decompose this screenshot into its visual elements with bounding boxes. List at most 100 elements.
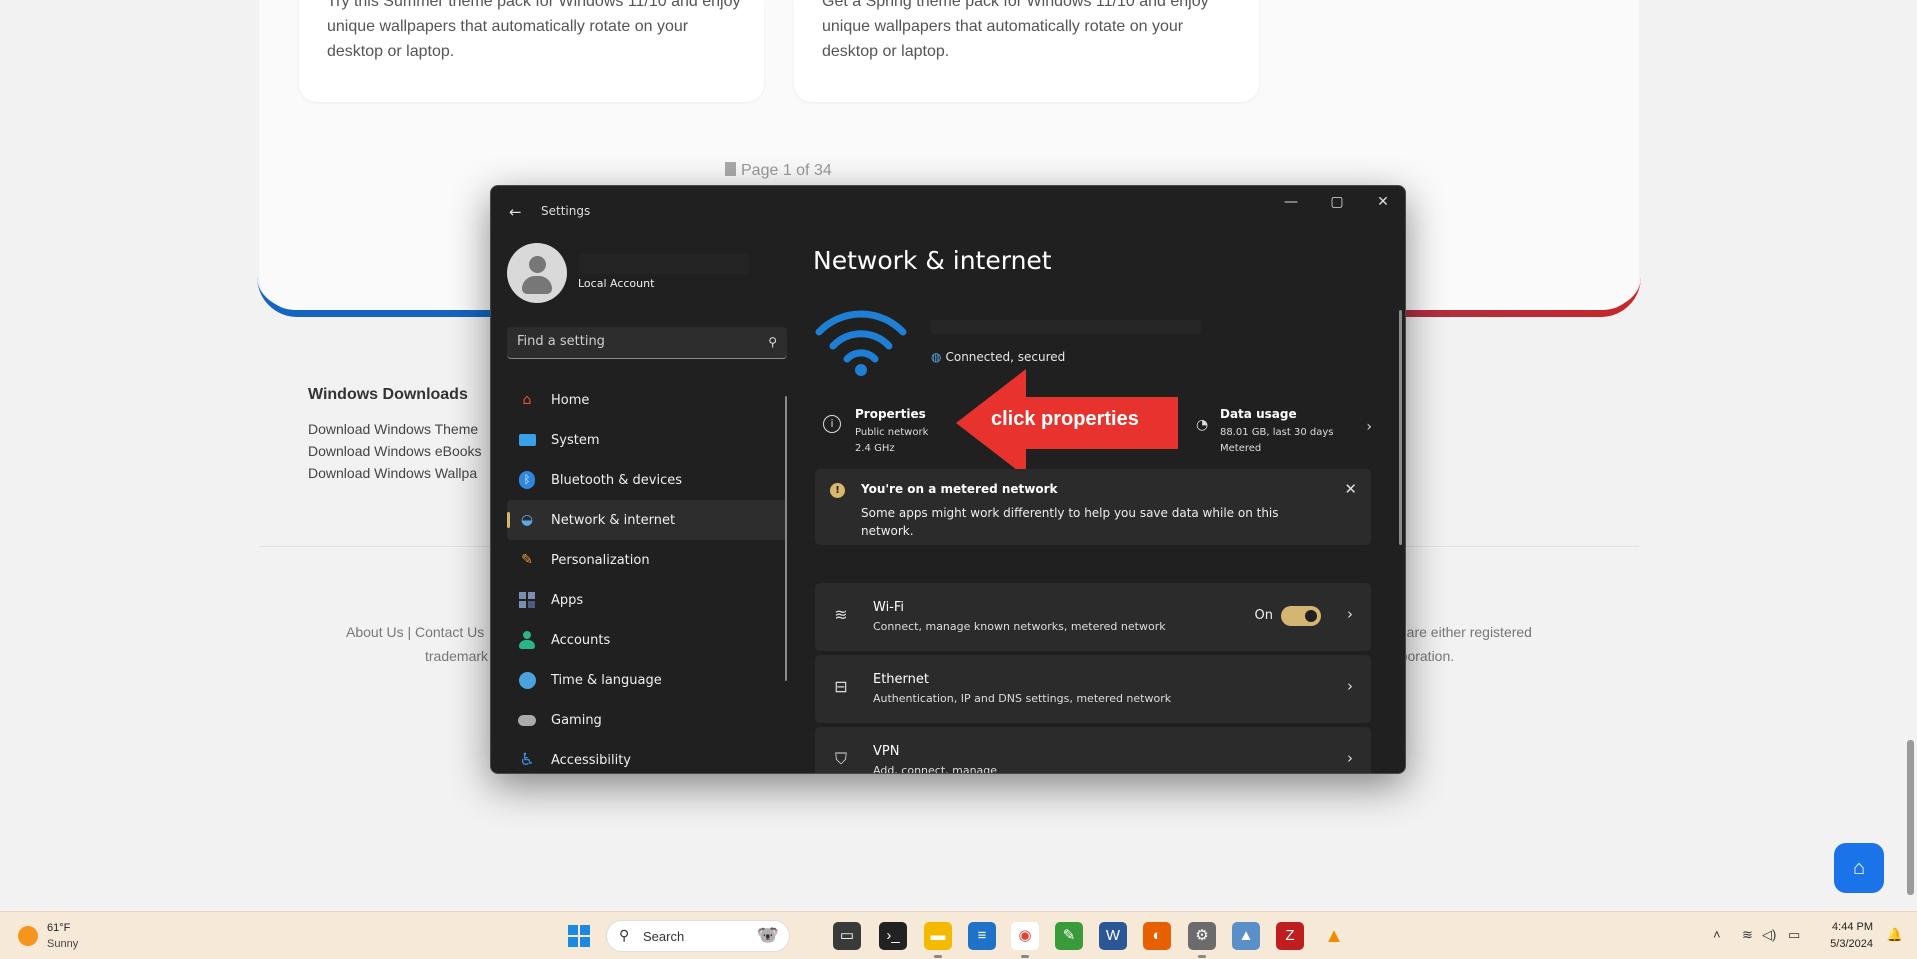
vpn-row[interactable]: ⛉ VPN Add, connect, manage ›	[815, 727, 1371, 774]
app-title: Settings	[541, 204, 591, 218]
sidebar-item-label: System	[551, 432, 600, 448]
account-type: Local Account	[578, 277, 655, 290]
task-view-icon[interactable]: ▭	[833, 922, 861, 950]
toggle-knob	[1305, 610, 1317, 622]
search-label: Search	[643, 929, 685, 944]
globe-icon: ◍	[931, 350, 942, 364]
sun-icon[interactable]	[18, 926, 38, 946]
network-name-redacted	[931, 320, 1201, 334]
chrome-icon[interactable]: ◉	[1011, 922, 1039, 958]
properties-title: Properties	[855, 407, 926, 421]
wifi-icon: ≋	[834, 605, 848, 624]
row-subtitle: Authentication, IP and DNS settings, met…	[873, 692, 1172, 705]
sidebar-item-system[interactable]: System	[507, 420, 787, 460]
battery-icon[interactable]: ▭	[1788, 927, 1800, 943]
notification-bell-icon[interactable]: 🔔	[1887, 927, 1903, 943]
network-band: 2.4 GHz	[855, 443, 895, 454]
sidebar-item-label: Network & internet	[551, 512, 676, 528]
wifi-toggle[interactable]	[1281, 606, 1321, 626]
chevron-right-icon: ›	[1347, 749, 1353, 767]
sidebar-item-network[interactable]: ◒ Network & internet	[507, 500, 787, 540]
find-setting-search[interactable]: ⚲	[507, 327, 787, 359]
annotation-label: click properties	[991, 408, 1139, 430]
data-usage-metered: Metered	[1220, 443, 1262, 454]
settings-window: ← Settings — ▢ ✕ Local Account ⚲ ⌂ Home S…	[490, 185, 1406, 774]
sidebar-item-bluetooth[interactable]: ᛒ Bluetooth & devices	[507, 460, 787, 500]
theme-card-spring[interactable]: Get a Spring theme pack for Windows 11/1…	[794, 0, 1259, 102]
terminal-icon[interactable]: ›_	[879, 922, 907, 950]
monitor-icon	[517, 430, 537, 450]
data-usage-button[interactable]: ◔ Data usage 88.01 GB, last 30 days Mete…	[1196, 401, 1376, 457]
home-icon: ⌂	[522, 392, 532, 408]
sidebar-item-label: Accounts	[551, 632, 611, 648]
data-usage-amount: 88.01 GB, last 30 days	[1220, 427, 1334, 438]
avatar[interactable]	[507, 243, 567, 303]
row-title: Ethernet	[873, 672, 929, 687]
toggle-label: On	[1254, 608, 1273, 623]
wifi-tray-icon[interactable]: ≋	[1742, 927, 1753, 943]
row-subtitle: Add, connect, manage	[873, 764, 998, 774]
avatar-head	[529, 256, 546, 273]
vlc-icon[interactable]: ▲	[1320, 922, 1348, 950]
sidebar-item-accounts[interactable]: Accounts	[507, 620, 787, 660]
notepad-icon[interactable]: ≡	[968, 922, 996, 950]
tag-icon: ⌂	[1852, 857, 1866, 879]
person-icon	[517, 630, 537, 650]
start-button[interactable]	[568, 925, 590, 947]
wifi-row[interactable]: ≋ Wi-Fi Connect, manage known networks, …	[815, 583, 1371, 651]
weather-temp[interactable]: 61°F	[47, 922, 70, 934]
avatar-body	[522, 276, 552, 294]
gamepad-icon	[517, 710, 537, 730]
sidebar-item-gaming[interactable]: Gaming	[507, 700, 787, 740]
about-contact-links[interactable]: About Us | Contact Us	[346, 620, 488, 644]
row-subtitle: Connect, manage known networks, metered …	[873, 620, 1166, 633]
paint-icon[interactable]: ✎	[1055, 922, 1083, 950]
word-icon[interactable]: W	[1099, 922, 1127, 950]
footer-link[interactable]: Download Windows eBooks	[308, 440, 482, 462]
theme-card-summer[interactable]: Try this Summer theme pack for Windows 1…	[299, 0, 764, 102]
row-title: Wi-Fi	[873, 600, 905, 615]
back-arrow-icon[interactable]: ←	[509, 203, 522, 221]
legal-text: o are either registered	[1395, 624, 1532, 640]
sidebar-item-home[interactable]: ⌂ Home	[507, 380, 787, 420]
chat-tag-button[interactable]: ⌂	[1834, 843, 1884, 893]
sidebar-item-personalization[interactable]: ✎ Personalization	[507, 540, 787, 580]
clock-date[interactable]: 5/3/2024	[1830, 938, 1873, 950]
taskbar: 61°F Sunny ⚲ Search 🐨 ▭ ›_ ▬ ≡ ◉ ✎ W ◐ ⚙…	[0, 911, 1917, 959]
sidebar-scrollbar[interactable]	[785, 396, 787, 681]
theme-card-text: Get a Spring theme pack for Windows 11/1…	[822, 0, 1209, 60]
maximize-icon[interactable]: ▢	[1315, 194, 1359, 218]
chevron-up-icon[interactable]: ˄	[1713, 927, 1721, 942]
search-input[interactable]	[517, 334, 747, 349]
close-icon[interactable]: ✕	[1344, 480, 1357, 498]
minimize-icon[interactable]: —	[1269, 194, 1313, 218]
firefox-icon[interactable]: ◐	[1143, 922, 1171, 950]
volume-icon[interactable]: ◁)	[1762, 927, 1776, 943]
footer-legal-left: About Us | Contact Us trademark	[346, 620, 488, 668]
file-explorer-icon[interactable]: ▬	[924, 922, 952, 958]
chevron-right-icon: ›	[1347, 677, 1353, 695]
photos-icon[interactable]: ▲	[1232, 922, 1260, 950]
metered-body: Some apps might work differently to help…	[861, 506, 1279, 538]
filezilla-icon[interactable]: Z	[1276, 922, 1304, 950]
sidebar-item-apps[interactable]: Apps	[507, 580, 787, 620]
page-scrollbar[interactable]	[1907, 740, 1914, 895]
title-bar[interactable]: ← Settings — ▢ ✕	[491, 186, 1405, 234]
footer-link[interactable]: Download Windows Wallpa	[308, 462, 482, 484]
clock-time[interactable]: 4:44 PM	[1832, 921, 1873, 933]
globe-clock-icon	[517, 670, 537, 690]
brush-icon: ✎	[521, 552, 533, 568]
sidebar-item-accessibility[interactable]: ♿ Accessibility	[507, 740, 787, 773]
ethernet-row[interactable]: ⊟ Ethernet Authentication, IP and DNS se…	[815, 655, 1371, 723]
footer-link[interactable]: Download Windows Theme	[308, 418, 482, 440]
close-icon[interactable]: ✕	[1361, 194, 1405, 218]
settings-gear-icon[interactable]: ⚙	[1188, 922, 1216, 958]
main-scrollbar[interactable]	[1399, 310, 1402, 545]
sidebar-nav: ⌂ Home System ᛒ Bluetooth & devices ◒ Netwo…	[507, 380, 787, 773]
warning-icon: !	[830, 483, 845, 498]
search-icon[interactable]: ⚲	[768, 335, 777, 349]
sidebar-item-time-language[interactable]: Time & language	[507, 660, 787, 700]
weather-condition[interactable]: Sunny	[47, 938, 78, 950]
sidebar-item-label: Bluetooth & devices	[551, 472, 682, 488]
taskbar-search[interactable]: ⚲ Search 🐨	[606, 920, 790, 952]
